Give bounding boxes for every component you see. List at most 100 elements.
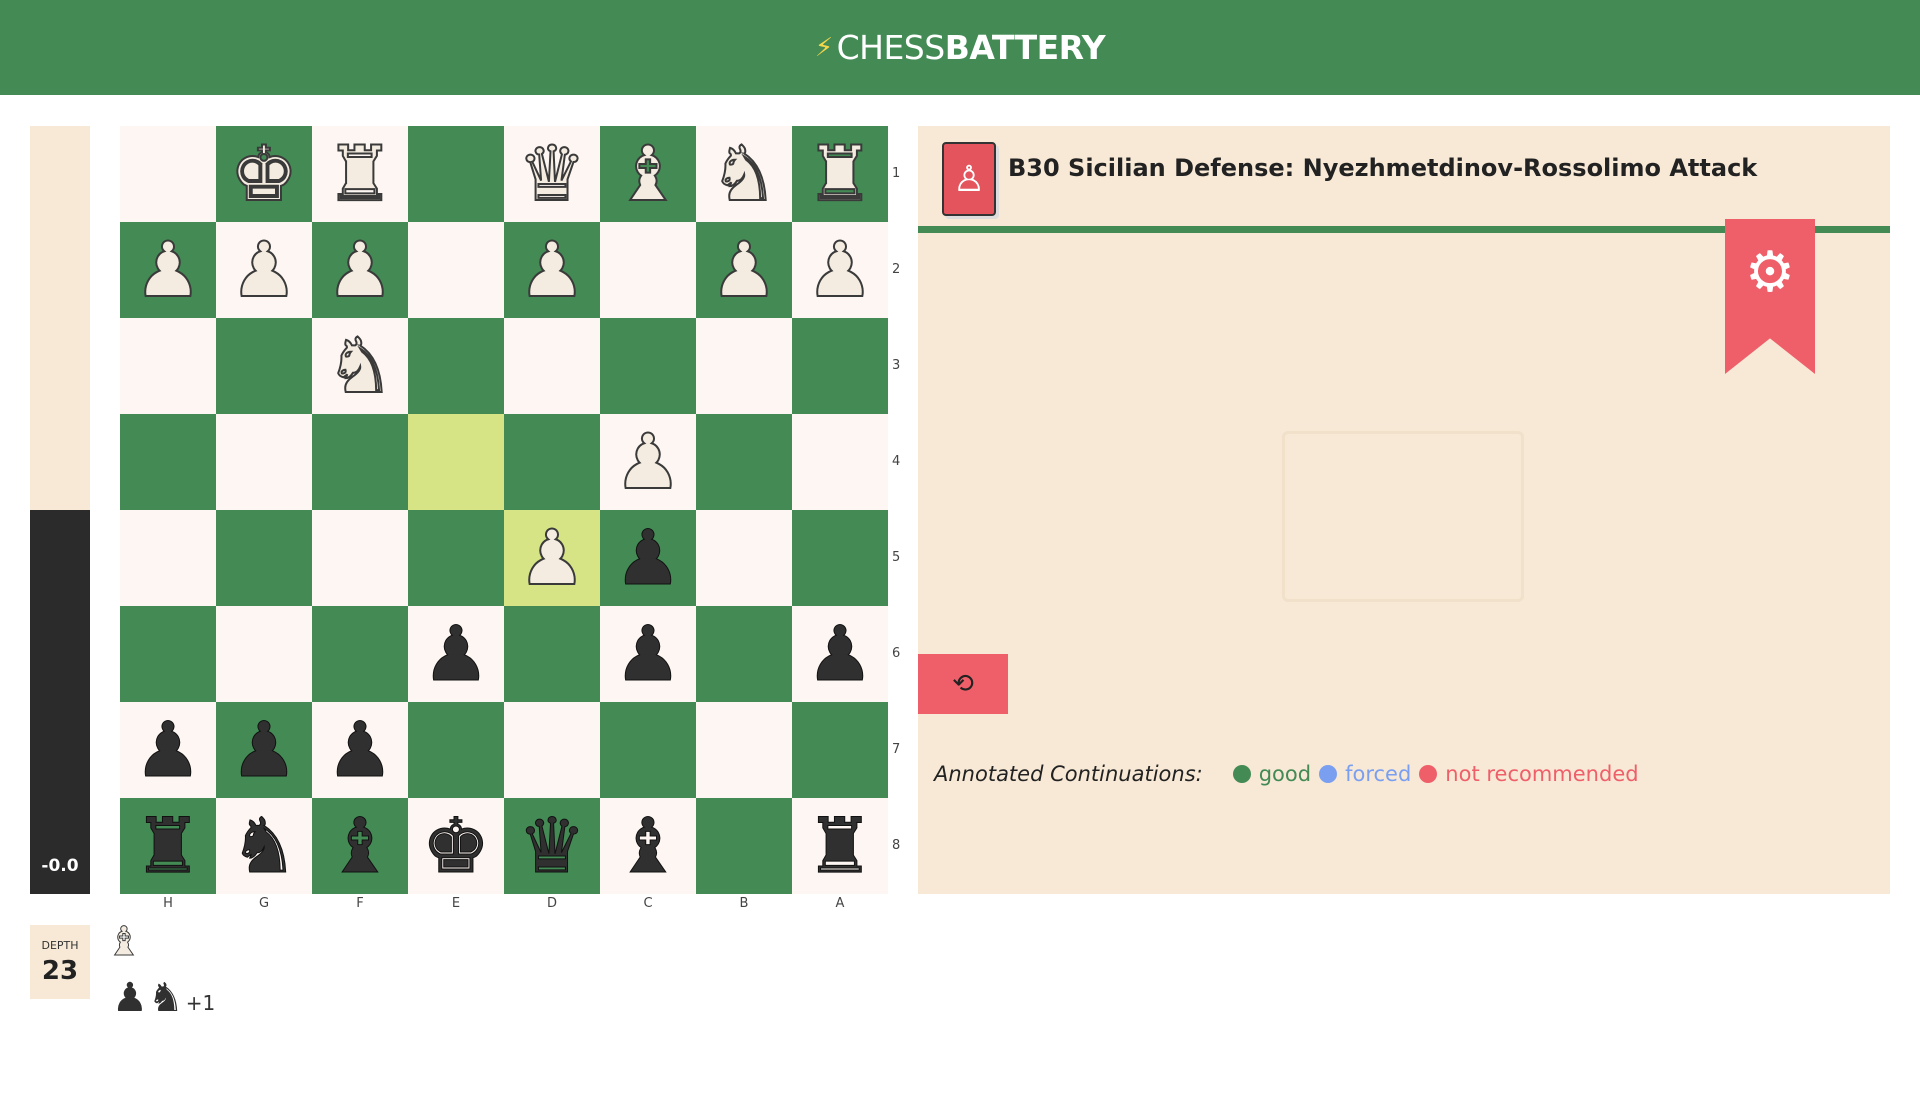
square-e6[interactable]: ♟: [408, 606, 504, 702]
black-bishop-icon[interactable]: ♝: [325, 807, 394, 884]
white-pawn-icon[interactable]: ♟: [613, 423, 683, 501]
black-bishop-icon[interactable]: ♝: [613, 807, 682, 884]
square-b2[interactable]: ♟: [696, 222, 792, 318]
square-h6[interactable]: [120, 606, 216, 702]
white-pawn-icon[interactable]: ♟: [517, 519, 587, 597]
square-h7[interactable]: ♟: [120, 702, 216, 798]
black-pawn-icon[interactable]: ♟: [229, 711, 298, 788]
black-queen-icon[interactable]: ♛: [517, 807, 586, 884]
square-g3[interactable]: [216, 318, 312, 414]
square-e2[interactable]: [408, 222, 504, 318]
square-g6[interactable]: [216, 606, 312, 702]
black-rook-icon[interactable]: ♜: [133, 807, 202, 884]
square-f6[interactable]: [312, 606, 408, 702]
white-king-icon[interactable]: ♚: [229, 135, 299, 213]
square-c7[interactable]: [600, 702, 696, 798]
white-bishop-icon[interactable]: ♝: [613, 135, 683, 213]
square-a7[interactable]: [792, 702, 888, 798]
white-queen-icon[interactable]: ♛: [517, 135, 587, 213]
square-h1[interactable]: [120, 126, 216, 222]
app-logo[interactable]: ⚡ CHESS BATTERY: [815, 28, 1106, 67]
black-pawn-icon[interactable]: ♟: [805, 615, 874, 692]
white-pawn-icon[interactable]: ♟: [229, 231, 299, 309]
square-g5[interactable]: [216, 510, 312, 606]
square-b7[interactable]: [696, 702, 792, 798]
square-h8[interactable]: ♜: [120, 798, 216, 894]
square-c5[interactable]: ♟: [600, 510, 696, 606]
app-header: ⚡ CHESS BATTERY: [0, 0, 1920, 95]
square-g1[interactable]: ♚: [216, 126, 312, 222]
white-pawn-icon[interactable]: ♟: [709, 231, 779, 309]
square-f5[interactable]: [312, 510, 408, 606]
chess-board[interactable]: ♚ ♜ ♛ ♝ ♞ ♜ ♟ ♟ ♟ ♟ ♟ ♟ ♞ ♟ ♟ ♟ ♟ ♟ ♟ ♟ ♟ ♟ ♜ ♞ ♝ ♚ ♛ ♝ ♜: [120, 126, 888, 894]
square-a5[interactable]: [792, 510, 888, 606]
white-pawn-icon[interactable]: ♟: [133, 231, 203, 309]
square-e7[interactable]: [408, 702, 504, 798]
square-e8[interactable]: ♚: [408, 798, 504, 894]
square-c1[interactable]: ♝: [600, 126, 696, 222]
black-knight-icon[interactable]: ♞: [229, 807, 298, 884]
square-h4[interactable]: [120, 414, 216, 510]
square-f3[interactable]: ♞: [312, 318, 408, 414]
captured-black-pieces: ♟ ♞ +1: [112, 978, 215, 1018]
square-d8[interactable]: ♛: [504, 798, 600, 894]
square-g2[interactable]: ♟: [216, 222, 312, 318]
square-c6[interactable]: ♟: [600, 606, 696, 702]
black-pawn-icon[interactable]: ♟: [133, 711, 202, 788]
square-d2[interactable]: ♟: [504, 222, 600, 318]
square-a3[interactable]: [792, 318, 888, 414]
square-c8[interactable]: ♝: [600, 798, 696, 894]
square-c4[interactable]: ♟: [600, 414, 696, 510]
square-e4[interactable]: [408, 414, 504, 510]
square-e1[interactable]: [408, 126, 504, 222]
white-knight-icon[interactable]: ♞: [709, 135, 779, 213]
square-d4[interactable]: [504, 414, 600, 510]
square-d1[interactable]: ♛: [504, 126, 600, 222]
square-g4[interactable]: [216, 414, 312, 510]
square-d6[interactable]: [504, 606, 600, 702]
square-h5[interactable]: [120, 510, 216, 606]
square-a6[interactable]: ♟: [792, 606, 888, 702]
square-h3[interactable]: [120, 318, 216, 414]
square-d5[interactable]: ♟: [504, 510, 600, 606]
square-d7[interactable]: [504, 702, 600, 798]
square-f1[interactable]: ♜: [312, 126, 408, 222]
square-h2[interactable]: ♟: [120, 222, 216, 318]
white-pawn-icon[interactable]: ♟: [805, 231, 875, 309]
square-a4[interactable]: [792, 414, 888, 510]
square-c3[interactable]: [600, 318, 696, 414]
black-pawn-icon[interactable]: ♟: [325, 711, 394, 788]
square-f7[interactable]: ♟: [312, 702, 408, 798]
square-b1[interactable]: ♞: [696, 126, 792, 222]
square-e3[interactable]: [408, 318, 504, 414]
white-pawn-icon[interactable]: ♟: [517, 231, 587, 309]
white-pawn-icon[interactable]: ♟: [325, 231, 395, 309]
white-rook-icon[interactable]: ♜: [805, 135, 875, 213]
square-f2[interactable]: ♟: [312, 222, 408, 318]
square-b6[interactable]: [696, 606, 792, 702]
black-pawn-icon[interactable]: ♟: [613, 519, 682, 596]
square-b3[interactable]: [696, 318, 792, 414]
square-g8[interactable]: ♞: [216, 798, 312, 894]
black-king-icon[interactable]: ♚: [421, 807, 490, 884]
black-pawn-icon[interactable]: ♟: [613, 615, 682, 692]
black-pawn-icon[interactable]: ♟: [421, 615, 490, 692]
gear-icon: ⚙: [1744, 240, 1796, 305]
white-rook-icon[interactable]: ♜: [325, 135, 395, 213]
square-b4[interactable]: [696, 414, 792, 510]
square-d3[interactable]: [504, 318, 600, 414]
square-c2[interactable]: [600, 222, 696, 318]
square-a8[interactable]: ♜: [792, 798, 888, 894]
square-b5[interactable]: [696, 510, 792, 606]
square-b8[interactable]: [696, 798, 792, 894]
square-e5[interactable]: [408, 510, 504, 606]
square-a1[interactable]: ♜: [792, 126, 888, 222]
square-f8[interactable]: ♝: [312, 798, 408, 894]
square-g7[interactable]: ♟: [216, 702, 312, 798]
square-f4[interactable]: [312, 414, 408, 510]
black-rook-icon[interactable]: ♜: [805, 807, 874, 884]
white-knight-icon[interactable]: ♞: [325, 327, 395, 405]
square-a2[interactable]: ♟: [792, 222, 888, 318]
settings-ribbon[interactable]: ⚙: [1725, 219, 1815, 374]
reset-button[interactable]: ⟲: [918, 654, 1008, 714]
